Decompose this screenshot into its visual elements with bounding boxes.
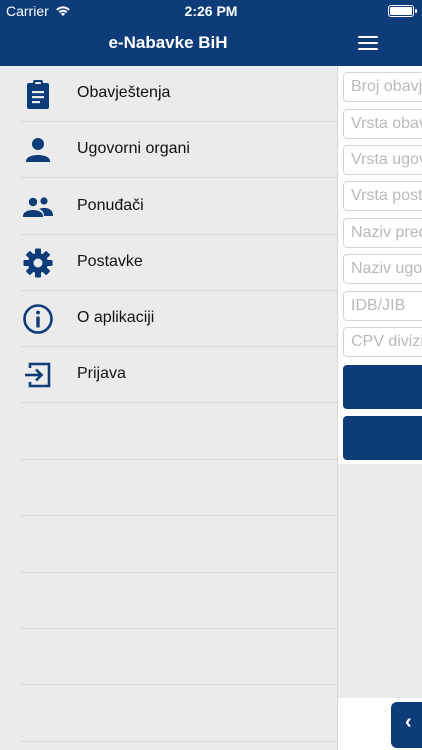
gear-icon <box>23 248 53 278</box>
people-icon <box>23 197 53 217</box>
drawer-item-o-aplikaciji[interactable]: O aplikaciji <box>20 291 337 347</box>
drawer-item-label: Ugovorni organi <box>77 140 190 157</box>
drawer-item-prijava[interactable]: Prijava <box>20 347 337 403</box>
drawer-item-label: Prijava <box>77 365 126 382</box>
cpv-divizija-select[interactable]: CPV divizija <box>343 327 422 357</box>
status-time: 2:26 PM <box>184 3 238 19</box>
person-icon <box>26 138 50 162</box>
broj-obavjestenja-input[interactable]: Broj obavještenja <box>343 72 422 102</box>
navigation-drawer: Obavještenja Ugovorni organi Ponuđači Po… <box>0 66 337 750</box>
empty-row-divider <box>20 572 337 573</box>
info-icon <box>23 304 53 334</box>
vrsta-ugovora-select[interactable]: Vrsta ugovora <box>343 145 422 175</box>
hamburger-menu-icon[interactable] <box>358 31 382 55</box>
primary-action-button[interactable] <box>343 365 422 409</box>
secondary-action-button[interactable] <box>343 416 422 460</box>
drawer-item-label: Postavke <box>77 253 143 270</box>
drawer-item-ugovorni-organi[interactable]: Ugovorni organi <box>20 122 337 178</box>
results-area <box>338 464 422 698</box>
status-bar: Carrier 2:26 PM <box>0 0 422 22</box>
vrsta-obavjestenja-select[interactable]: Vrsta obavještenja <box>343 109 422 139</box>
empty-row-divider <box>20 459 337 460</box>
login-icon <box>25 362 51 388</box>
drawer-item-label: Ponuđači <box>77 197 144 214</box>
app-header: Carrier 2:26 PM e-Nabavke BiH <box>0 0 422 66</box>
search-form-panel: Broj obavještenja Vrsta obavještenja Vrs… <box>337 66 422 750</box>
empty-row-divider <box>20 741 337 742</box>
app-title: e-Nabavke BiH <box>108 33 228 52</box>
drawer-item-ponudjaci[interactable]: Ponuđači <box>20 179 337 235</box>
clipboard-icon <box>27 80 49 109</box>
drawer-item-postavke[interactable]: Postavke <box>20 235 337 291</box>
empty-row-divider <box>20 684 337 685</box>
drawer-item-obavjestenja[interactable]: Obavještenja <box>20 66 337 122</box>
idb-jib-input[interactable]: IDB/JIB <box>343 291 422 321</box>
empty-row-divider <box>20 628 337 629</box>
naziv-predmeta-input[interactable]: Naziv predmeta <box>343 218 422 248</box>
vrsta-postupka-select[interactable]: Vrsta postupka <box>343 181 422 211</box>
drawer-item-label: O aplikaciji <box>77 309 155 326</box>
drawer-item-label: Obavještenja <box>77 84 171 101</box>
empty-row-divider <box>20 515 337 516</box>
chevron-left-icon[interactable]: ‹ <box>391 702 422 748</box>
naziv-ugovornog-organa-input[interactable]: Naziv ugovornog organa <box>343 254 422 284</box>
battery-icon <box>388 5 417 17</box>
